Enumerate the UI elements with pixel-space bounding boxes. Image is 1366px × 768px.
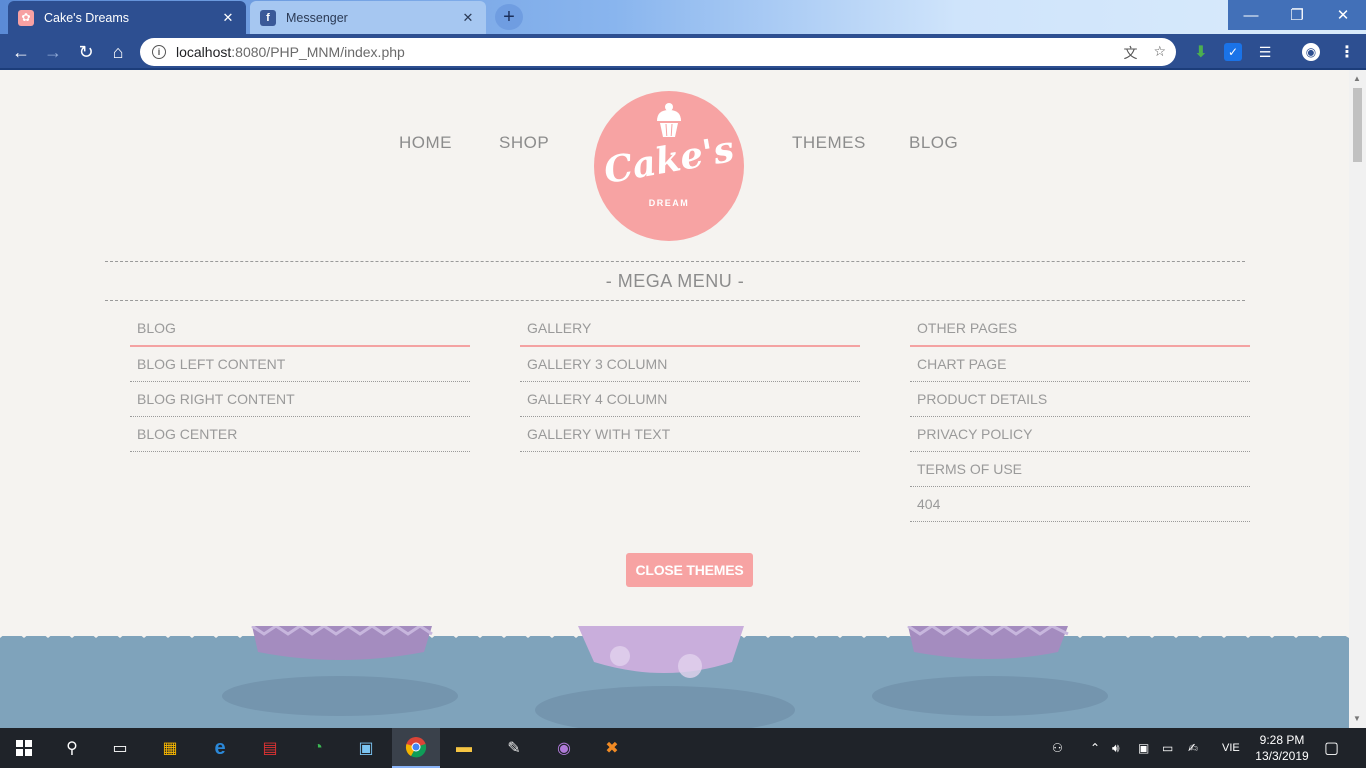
menu-link-gallery-with-text[interactable]: GALLERY WITH TEXT xyxy=(520,417,860,452)
language-indicator[interactable]: VIE xyxy=(1222,728,1240,768)
mega-menu-title: - MEGA MENU - xyxy=(605,270,745,291)
nav-blog-link[interactable]: BLOG xyxy=(909,133,958,153)
search-icon[interactable]: ⚲ xyxy=(48,728,96,768)
menu-link-gallery-3-column[interactable]: GALLERY 3 COLUMN xyxy=(520,347,860,382)
close-window-button[interactable]: ✕ xyxy=(1320,0,1366,30)
menu-link-privacy-policy[interactable]: PRIVACY POLICY xyxy=(910,417,1250,452)
column-heading[interactable]: BLOG xyxy=(130,310,470,347)
scrollbar-thumb[interactable] xyxy=(1353,88,1362,162)
download-extension-icon[interactable]: ⬇ xyxy=(1192,43,1210,61)
tab-cakes-dreams[interactable]: ✿ Cake's Dreams ✕ xyxy=(8,1,246,34)
app-red-icon[interactable]: ▤ xyxy=(246,728,294,768)
restore-button[interactable]: ❐ xyxy=(1274,0,1320,30)
browser-tab-strip: ✿ Cake's Dreams ✕ f Messenger ✕ + — ❐ ✕ xyxy=(0,0,1366,34)
edge-icon[interactable]: e xyxy=(196,728,244,768)
translate-icon[interactable]: 文 xyxy=(1123,43,1137,63)
task-view-icon[interactable]: ▭ xyxy=(96,728,144,768)
forward-button[interactable]: → xyxy=(40,40,66,64)
paint-icon[interactable]: ✎ xyxy=(490,728,538,768)
nav-home-link[interactable]: HOME xyxy=(399,133,452,153)
people-icon[interactable]: ⚇ xyxy=(1052,728,1063,768)
bookmark-star-icon[interactable]: ☆ xyxy=(1153,43,1166,63)
scroll-up-icon[interactable]: ▲ xyxy=(1353,74,1361,83)
close-themes-button[interactable]: CLOSE THEMES xyxy=(626,553,753,587)
minimize-button[interactable]: — xyxy=(1228,0,1274,30)
mega-menu-column-other-pages: OTHER PAGES CHART PAGE PRODUCT DETAILS P… xyxy=(910,310,1250,522)
menu-link-gallery-4-column[interactable]: GALLERY 4 COLUMN xyxy=(520,382,860,417)
network-icon[interactable]: ▭ xyxy=(1162,728,1173,768)
water-decoration xyxy=(0,626,1349,728)
browser-menu-icon[interactable]: ⋮ xyxy=(1338,43,1356,61)
column-heading[interactable]: OTHER PAGES xyxy=(910,310,1250,347)
windows-taskbar: ⚲ ▭ ▦ e ▤ ◔ ▣ ▬ ✎ ◉ ✖ ⚇ ⌃ 🔊︎ ▣ ▭ ✍ VIE 9… xyxy=(0,728,1366,768)
tab-title: Messenger xyxy=(286,10,348,25)
mega-menu-header: - MEGA MENU - xyxy=(105,261,1245,301)
close-tab-icon[interactable]: ✕ xyxy=(460,10,476,26)
reload-button[interactable]: ↻ xyxy=(73,40,99,64)
mega-menu-column-gallery: GALLERY GALLERY 3 COLUMN GALLERY 4 COLUM… xyxy=(520,310,860,452)
chrome-icon[interactable] xyxy=(392,728,440,768)
address-bar[interactable]: i localhost:8080/PHP_MNM/index.php 文 ☆ xyxy=(140,38,1176,66)
shield-extension-icon[interactable]: ✓ xyxy=(1224,43,1242,61)
menu-link-blog-right-content[interactable]: BLOG RIGHT CONTENT xyxy=(130,382,470,417)
notifications-icon[interactable]: ▢ xyxy=(1324,728,1339,768)
logo-subtitle: DREAM xyxy=(648,198,690,208)
url-host: localhost xyxy=(176,44,232,60)
file-explorer-icon[interactable]: ▬ xyxy=(440,728,488,768)
column-heading[interactable]: GALLERY xyxy=(520,310,860,347)
volume-icon[interactable]: 🔊︎ xyxy=(1112,728,1120,768)
tray-app-icon[interactable]: ▣ xyxy=(1138,728,1149,768)
back-button[interactable]: ← xyxy=(8,40,34,64)
nav-themes-link[interactable]: THEMES xyxy=(792,133,866,153)
new-tab-button[interactable]: + xyxy=(495,4,523,30)
scroll-down-icon[interactable]: ▼ xyxy=(1353,714,1361,723)
cupcake-icon xyxy=(657,103,681,137)
site-info-icon[interactable]: i xyxy=(152,45,166,59)
pen-icon[interactable]: ✍ xyxy=(1188,728,1198,768)
system-clock[interactable]: 9:28 PM 13/3/2019 xyxy=(1250,732,1314,764)
app-purple-icon[interactable]: ◉ xyxy=(540,728,588,768)
menu-link-blog-center[interactable]: BLOG CENTER xyxy=(130,417,470,452)
windows-start-icon[interactable] xyxy=(0,728,48,768)
tab-title: Cake's Dreams xyxy=(44,10,130,25)
browser-toolbar: ← → ↻ ⌂ i localhost:8080/PHP_MNM/index.p… xyxy=(0,34,1366,70)
list-extension-icon[interactable]: ☰ xyxy=(1256,43,1274,61)
menu-link-product-details[interactable]: PRODUCT DETAILS xyxy=(910,382,1250,417)
xampp-icon[interactable]: ✖ xyxy=(588,728,636,768)
mega-menu-column-blog: BLOG BLOG LEFT CONTENT BLOG RIGHT CONTEN… xyxy=(130,310,470,452)
menu-link-blog-left-content[interactable]: BLOG LEFT CONTENT xyxy=(130,347,470,382)
facebook-favicon-icon: f xyxy=(260,9,276,26)
menu-link-terms-of-use[interactable]: TERMS OF USE xyxy=(910,452,1250,487)
clock-time: 9:28 PM xyxy=(1259,733,1305,747)
tray-chevron-icon[interactable]: ⌃ xyxy=(1090,728,1100,768)
page-scrollbar[interactable]: ▲ ▼ xyxy=(1349,70,1366,728)
app-blue-icon[interactable]: ▣ xyxy=(342,728,390,768)
cakes-dream-logo[interactable]: Cake's DREAM xyxy=(594,91,744,241)
url-path: :8080/PHP_MNM/index.php xyxy=(231,44,405,60)
menu-link-404[interactable]: 404 xyxy=(910,487,1250,522)
close-tab-icon[interactable]: ✕ xyxy=(220,10,236,26)
page-viewport: HOME SHOP Cake's DREAM THEMES BLOG - MEG… xyxy=(0,70,1349,728)
profile-avatar-icon[interactable]: ◉ xyxy=(1302,43,1320,61)
home-button[interactable]: ⌂ xyxy=(105,40,131,64)
app-green-icon[interactable]: ◔ xyxy=(294,728,342,768)
cake-favicon-icon: ✿ xyxy=(18,9,34,26)
store-icon[interactable]: ▦ xyxy=(146,728,194,768)
tab-messenger[interactable]: f Messenger ✕ xyxy=(250,1,486,34)
menu-link-chart-page[interactable]: CHART PAGE xyxy=(910,347,1250,382)
nav-shop-link[interactable]: SHOP xyxy=(499,133,549,153)
clock-date: 13/3/2019 xyxy=(1255,749,1309,763)
